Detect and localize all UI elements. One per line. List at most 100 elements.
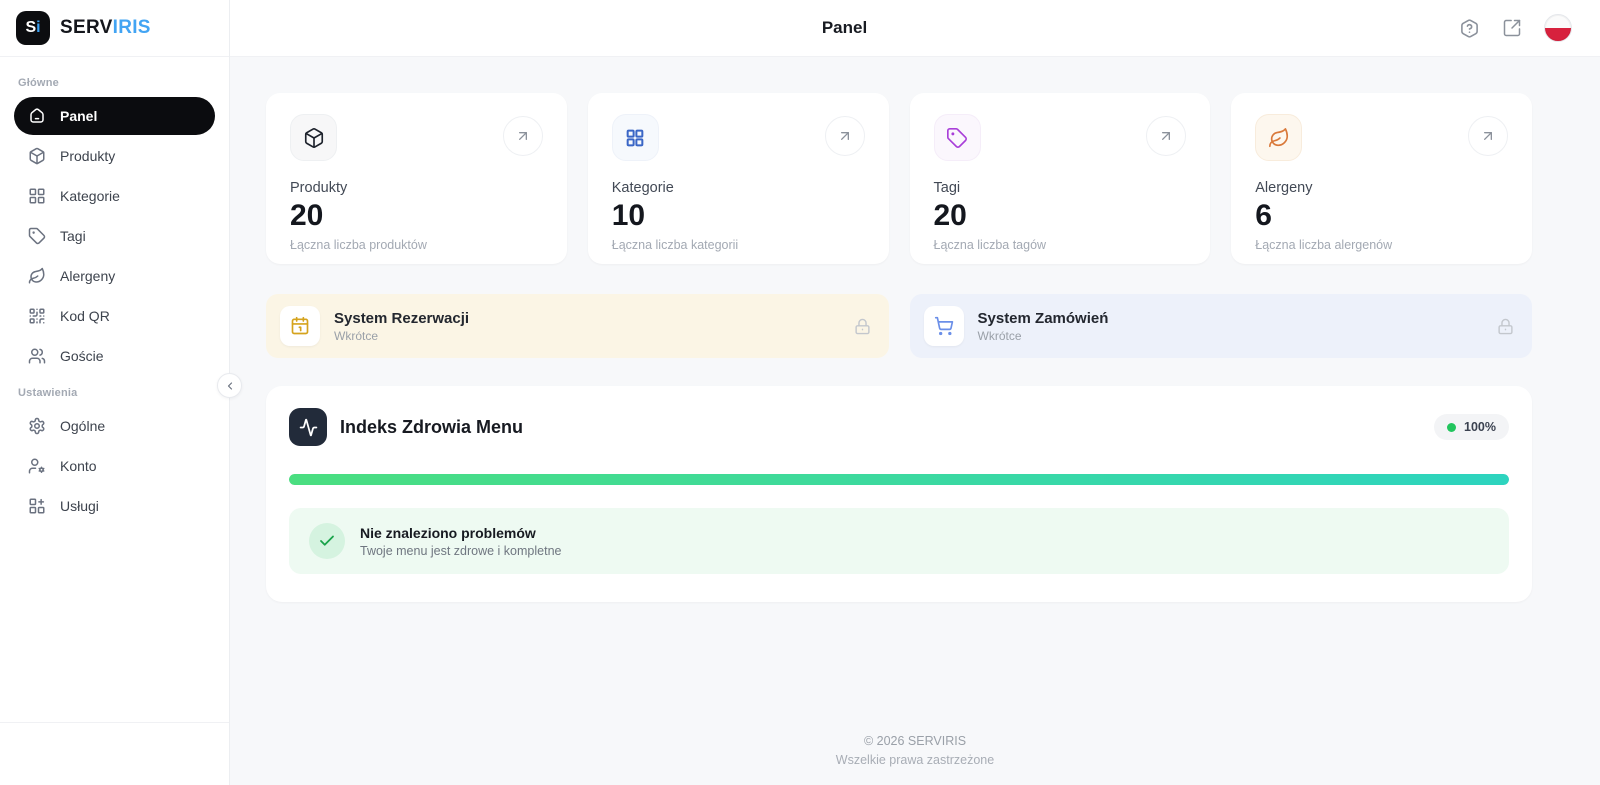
arrow-up-right-icon xyxy=(515,128,531,144)
tag-icon xyxy=(934,114,981,161)
qr-code-icon xyxy=(28,307,46,325)
health-title: Indeks Zdrowia Menu xyxy=(340,417,523,438)
nav-section-settings: Ustawienia xyxy=(14,377,215,407)
stat-card-produkty[interactable]: Produkty 20 Łączna liczba produktów xyxy=(266,93,567,264)
leaf-icon xyxy=(1255,114,1302,161)
home-icon xyxy=(28,107,46,125)
sidebar-item-label: Kategorie xyxy=(60,188,120,204)
health-result: Nie znaleziono problemów Twoje menu jest… xyxy=(289,508,1509,574)
footer-rights: Wszelkie prawa zastrzeżone xyxy=(230,753,1600,767)
sidebar-item-ogolne[interactable]: Ogólne xyxy=(14,407,215,445)
brand-name: SERVIRIS xyxy=(60,17,151,39)
sidebar-item-uslugi[interactable]: Usługi xyxy=(14,487,215,525)
nav-section-main: Główne xyxy=(14,67,215,97)
banner-subtitle: Wkrótce xyxy=(334,329,469,343)
arrow-up-right-icon xyxy=(1158,128,1174,144)
sidebar-item-label: Ogólne xyxy=(60,418,105,434)
brand[interactable]: Si SERVIRIS xyxy=(0,0,229,57)
grid-plus-icon xyxy=(28,497,46,515)
lock-icon xyxy=(1497,318,1514,335)
result-title: Nie znaleziono problemów xyxy=(360,525,561,541)
user-gear-icon xyxy=(28,457,46,475)
sidebar-item-label: Usługi xyxy=(60,498,99,514)
leaf-icon xyxy=(28,267,46,285)
brand-logo-i: i xyxy=(36,19,40,37)
sidebar-item-label: Produkty xyxy=(60,148,115,164)
page-footer: © 2026 SERVIRIS Wszelkie prawa zastrzeżo… xyxy=(230,712,1600,785)
grid-icon xyxy=(28,187,46,205)
shopping-cart-icon xyxy=(924,306,964,346)
health-score-value: 100% xyxy=(1464,420,1496,434)
calendar-icon xyxy=(280,306,320,346)
main-area: Panel xyxy=(230,0,1600,785)
sidebar-item-alergeny[interactable]: Alergeny xyxy=(14,257,215,295)
grid-icon xyxy=(612,114,659,161)
content: Produkty 20 Łączna liczba produktów Kate… xyxy=(230,57,1600,602)
language-flag-poland-icon[interactable] xyxy=(1544,14,1572,42)
external-link-icon xyxy=(1502,18,1522,38)
sidebar-item-label: Panel xyxy=(60,108,97,124)
banner-system-zamowien[interactable]: System Zamówień Wkrótce xyxy=(910,294,1533,358)
stat-open-button[interactable] xyxy=(503,116,543,156)
sidebar-collapse-button[interactable] xyxy=(217,373,242,398)
sidebar-item-kategorie[interactable]: Kategorie xyxy=(14,177,215,215)
sidebar-item-panel[interactable]: Panel xyxy=(14,97,215,135)
banner-title: System Rezerwacji xyxy=(334,310,469,327)
sidebar-item-kod-qr[interactable]: Kod QR xyxy=(14,297,215,335)
sidebar-divider xyxy=(0,722,229,723)
status-dot-icon xyxy=(1447,423,1456,432)
result-subtitle: Twoje menu jest zdrowe i kompletne xyxy=(360,544,561,558)
health-progress-track xyxy=(289,474,1509,485)
sidebar-item-label: Goście xyxy=(60,348,104,364)
banners: System Rezerwacji Wkrótce System Zamówie… xyxy=(266,294,1532,358)
stat-open-button[interactable] xyxy=(1146,116,1186,156)
stat-value: 20 xyxy=(934,199,1187,232)
footer-copyright: © 2026 SERVIRIS xyxy=(230,734,1600,748)
stat-open-button[interactable] xyxy=(825,116,865,156)
sidebar-item-label: Konto xyxy=(60,458,97,474)
stat-subtitle: Łączna liczba kategorii xyxy=(612,238,865,252)
activity-icon xyxy=(289,408,327,446)
brand-logo: Si xyxy=(16,11,50,45)
sidebar-item-label: Alergeny xyxy=(60,268,115,284)
stat-subtitle: Łączna liczba alergenów xyxy=(1255,238,1508,252)
menu-health-card: Indeks Zdrowia Menu 100% Nie znaleziono … xyxy=(266,386,1532,602)
stat-label: Produkty xyxy=(290,180,543,196)
arrow-up-right-icon xyxy=(837,128,853,144)
sidebar-item-konto[interactable]: Konto xyxy=(14,447,215,485)
users-icon xyxy=(28,347,46,365)
stat-label: Kategorie xyxy=(612,180,865,196)
chevron-left-icon xyxy=(224,380,236,392)
sidebar-item-label: Kod QR xyxy=(60,308,110,324)
health-score-badge: 100% xyxy=(1434,414,1509,440)
sidebar-item-goscie[interactable]: Goście xyxy=(14,337,215,375)
banner-subtitle: Wkrótce xyxy=(978,329,1109,343)
package-icon xyxy=(290,114,337,161)
page-title: Panel xyxy=(822,18,867,38)
sidebar-item-produkty[interactable]: Produkty xyxy=(14,137,215,175)
sidebar-item-tagi[interactable]: Tagi xyxy=(14,217,215,255)
stat-card-tagi[interactable]: Tagi 20 Łączna liczba tagów xyxy=(910,93,1211,264)
stat-subtitle: Łączna liczba tagów xyxy=(934,238,1187,252)
sidebar: Si SERVIRIS Główne Panel Produkty Katego… xyxy=(0,0,230,785)
sidebar-nav: Główne Panel Produkty Kategorie Tagi xyxy=(0,57,229,525)
stat-open-button[interactable] xyxy=(1468,116,1508,156)
topbar-actions xyxy=(1459,14,1572,42)
gear-icon xyxy=(28,417,46,435)
open-external-button[interactable] xyxy=(1502,18,1522,38)
check-icon xyxy=(309,523,345,559)
stat-label: Tagi xyxy=(934,180,1187,196)
sidebar-item-label: Tagi xyxy=(60,228,86,244)
banner-system-rezerwacji[interactable]: System Rezerwacji Wkrótce xyxy=(266,294,889,358)
stat-card-alergeny[interactable]: Alergeny 6 Łączna liczba alergenów xyxy=(1231,93,1532,264)
stat-value: 10 xyxy=(612,199,865,232)
stats-grid: Produkty 20 Łączna liczba produktów Kate… xyxy=(266,93,1532,264)
stat-value: 6 xyxy=(1255,199,1508,232)
arrow-up-right-icon xyxy=(1480,128,1496,144)
stat-label: Alergeny xyxy=(1255,180,1508,196)
lock-icon xyxy=(854,318,871,335)
banner-title: System Zamówień xyxy=(978,310,1109,327)
help-button[interactable] xyxy=(1459,18,1480,39)
stat-card-kategorie[interactable]: Kategorie 10 Łączna liczba kategorii xyxy=(588,93,889,264)
tag-icon xyxy=(28,227,46,245)
